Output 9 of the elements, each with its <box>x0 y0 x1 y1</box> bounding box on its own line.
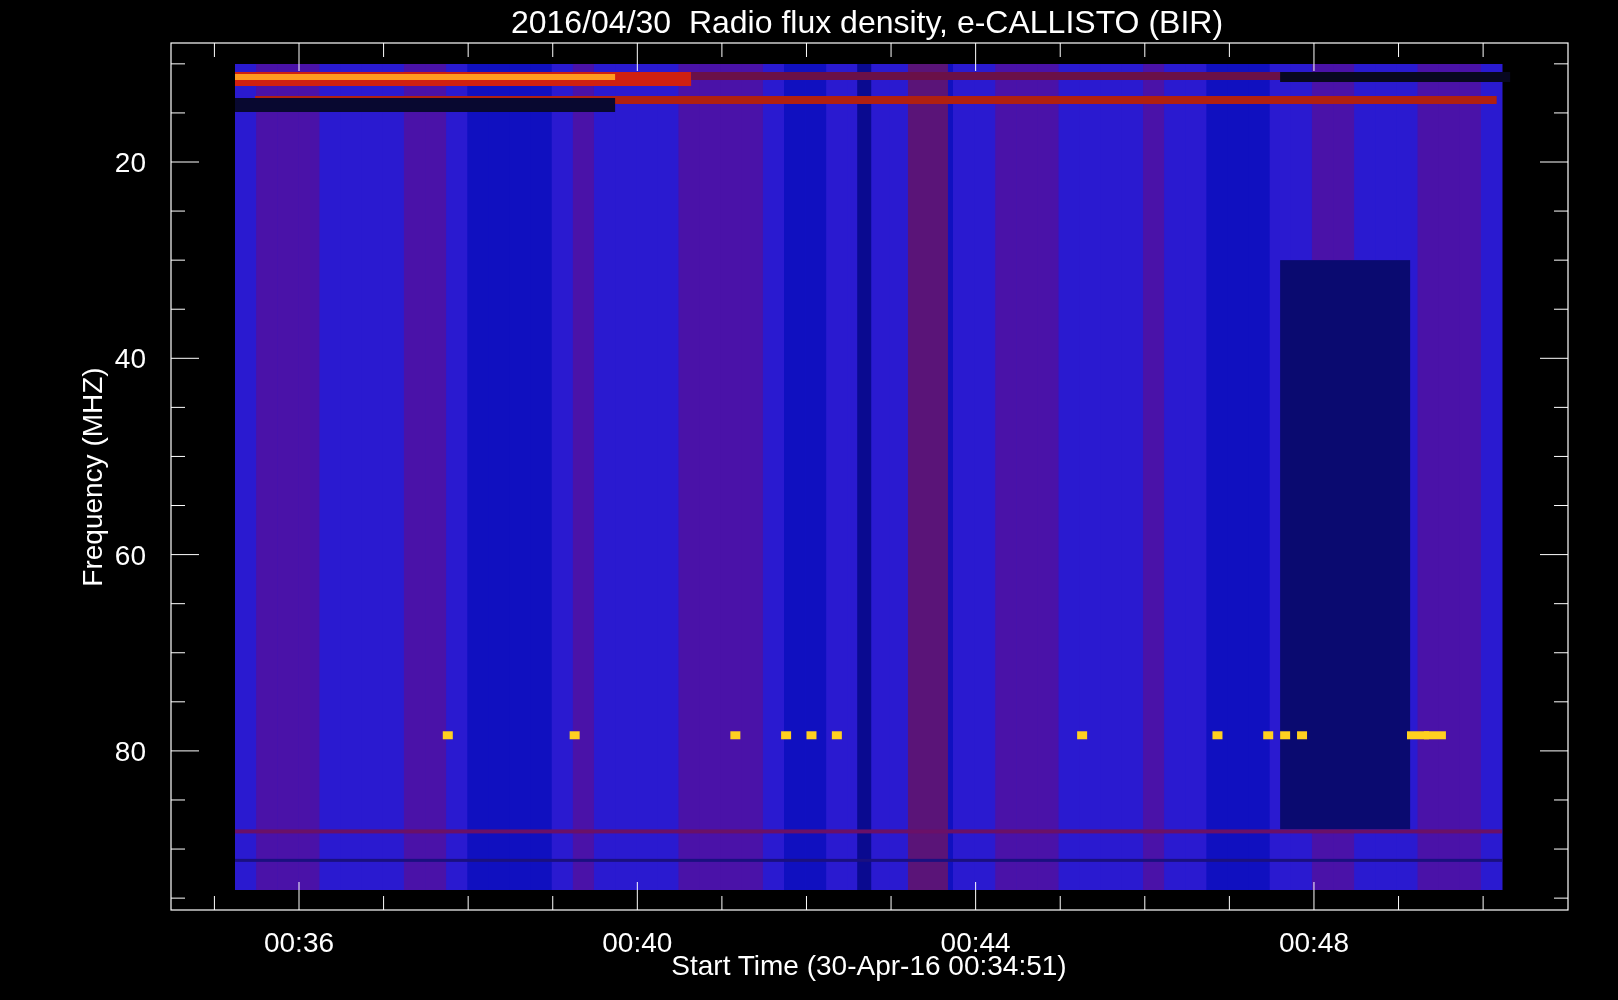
y-tick-label: 20 <box>114 147 146 178</box>
y-axis-title: Frequency (MHZ) <box>77 367 108 587</box>
x-tick-label: 00:40 <box>602 927 673 958</box>
y-tick-label: 80 <box>114 735 146 767</box>
plot-title: 2016/04/30 Radio flux density, e-CALLISTO (BIR) <box>510 3 1224 42</box>
x-tick-label: 00:48 <box>1278 927 1349 958</box>
y-tick-label: 60 <box>114 539 146 571</box>
x-tick-label: 00:36 <box>263 927 335 958</box>
y-tick-label: 40 <box>114 343 146 375</box>
